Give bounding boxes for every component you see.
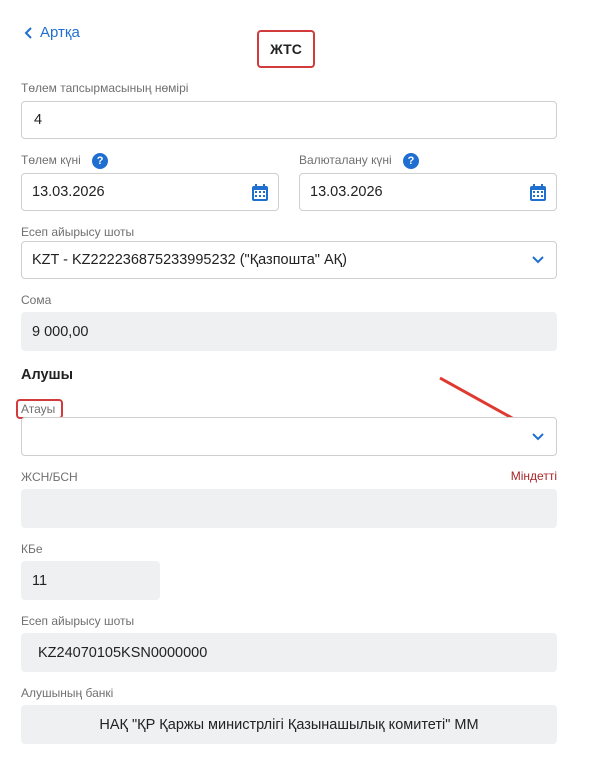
recipient-bank-label: Алушының банкі — [21, 686, 114, 700]
recipient-account-field: KZ24070105KSN0000000 — [21, 633, 557, 672]
chevron-down-icon[interactable] — [532, 256, 544, 264]
payment-date-label-row: Төлем күні ? — [21, 153, 109, 169]
required-label: Міндетті — [510, 469, 557, 483]
settlement-account-label: Есеп айырысу шоты — [21, 225, 135, 239]
value-date-label: Валюталану күні — [299, 153, 392, 168]
kbe-label: КБе — [21, 542, 43, 556]
amount-field: 9 000,00 — [21, 312, 557, 351]
recipient-account-label: Есеп айырысу шоты — [21, 614, 135, 628]
help-icon[interactable]: ? — [402, 153, 419, 169]
kbe-value: 11 — [32, 572, 48, 589]
settlement-account-value: KZT - KZ222236875233995232 ("Қазпошта" А… — [32, 252, 347, 268]
chevron-left-icon — [24, 26, 32, 39]
amount-value: 9 000,00 — [32, 323, 89, 340]
calendar-icon[interactable] — [528, 183, 548, 203]
help-icon[interactable]: ? — [92, 153, 109, 169]
payment-date-value: 13.03.2026 — [32, 184, 105, 200]
back-label: Артқа — [40, 24, 80, 41]
iin-bin-label: ЖСН/БСН — [21, 470, 78, 484]
payment-order-number-input[interactable] — [32, 111, 556, 129]
recipient-name-select[interactable] — [21, 417, 557, 456]
payment-order-number-field[interactable] — [21, 101, 557, 139]
recipient-bank-value: НАҚ "ҚР Қаржы министрлігі Қазынашылық ко… — [99, 716, 479, 733]
payment-order-number-label: Төлем тапсырмасының нөмірі — [21, 81, 189, 95]
amount-label: Сома — [21, 293, 52, 307]
recipient-account-value: KZ24070105KSN0000000 — [38, 644, 208, 661]
page-title: ЖТС — [257, 30, 315, 68]
kbe-field: 11 — [21, 561, 160, 600]
chevron-down-icon[interactable] — [532, 432, 544, 441]
value-date-field[interactable]: 13.03.2026 — [299, 173, 557, 211]
back-link[interactable]: Артқа — [24, 24, 80, 41]
calendar-icon[interactable] — [250, 183, 270, 203]
page-title-text: ЖТС — [270, 41, 302, 57]
payment-date-field[interactable]: 13.03.2026 — [21, 173, 279, 211]
settlement-account-select[interactable]: KZT - KZ222236875233995232 ("Қазпошта" А… — [21, 241, 557, 279]
recipient-bank-field: НАҚ "ҚР Қаржы министрлігі Қазынашылық ко… — [21, 705, 557, 744]
iin-bin-field[interactable] — [21, 489, 557, 528]
value-date-value: 13.03.2026 — [310, 184, 383, 200]
payment-date-label: Төлем күні — [21, 153, 81, 168]
value-date-label-row: Валюталану күні ? — [299, 153, 419, 169]
recipient-section-title: Алушы — [21, 367, 74, 383]
recipient-name-label: Атауы — [21, 402, 56, 416]
